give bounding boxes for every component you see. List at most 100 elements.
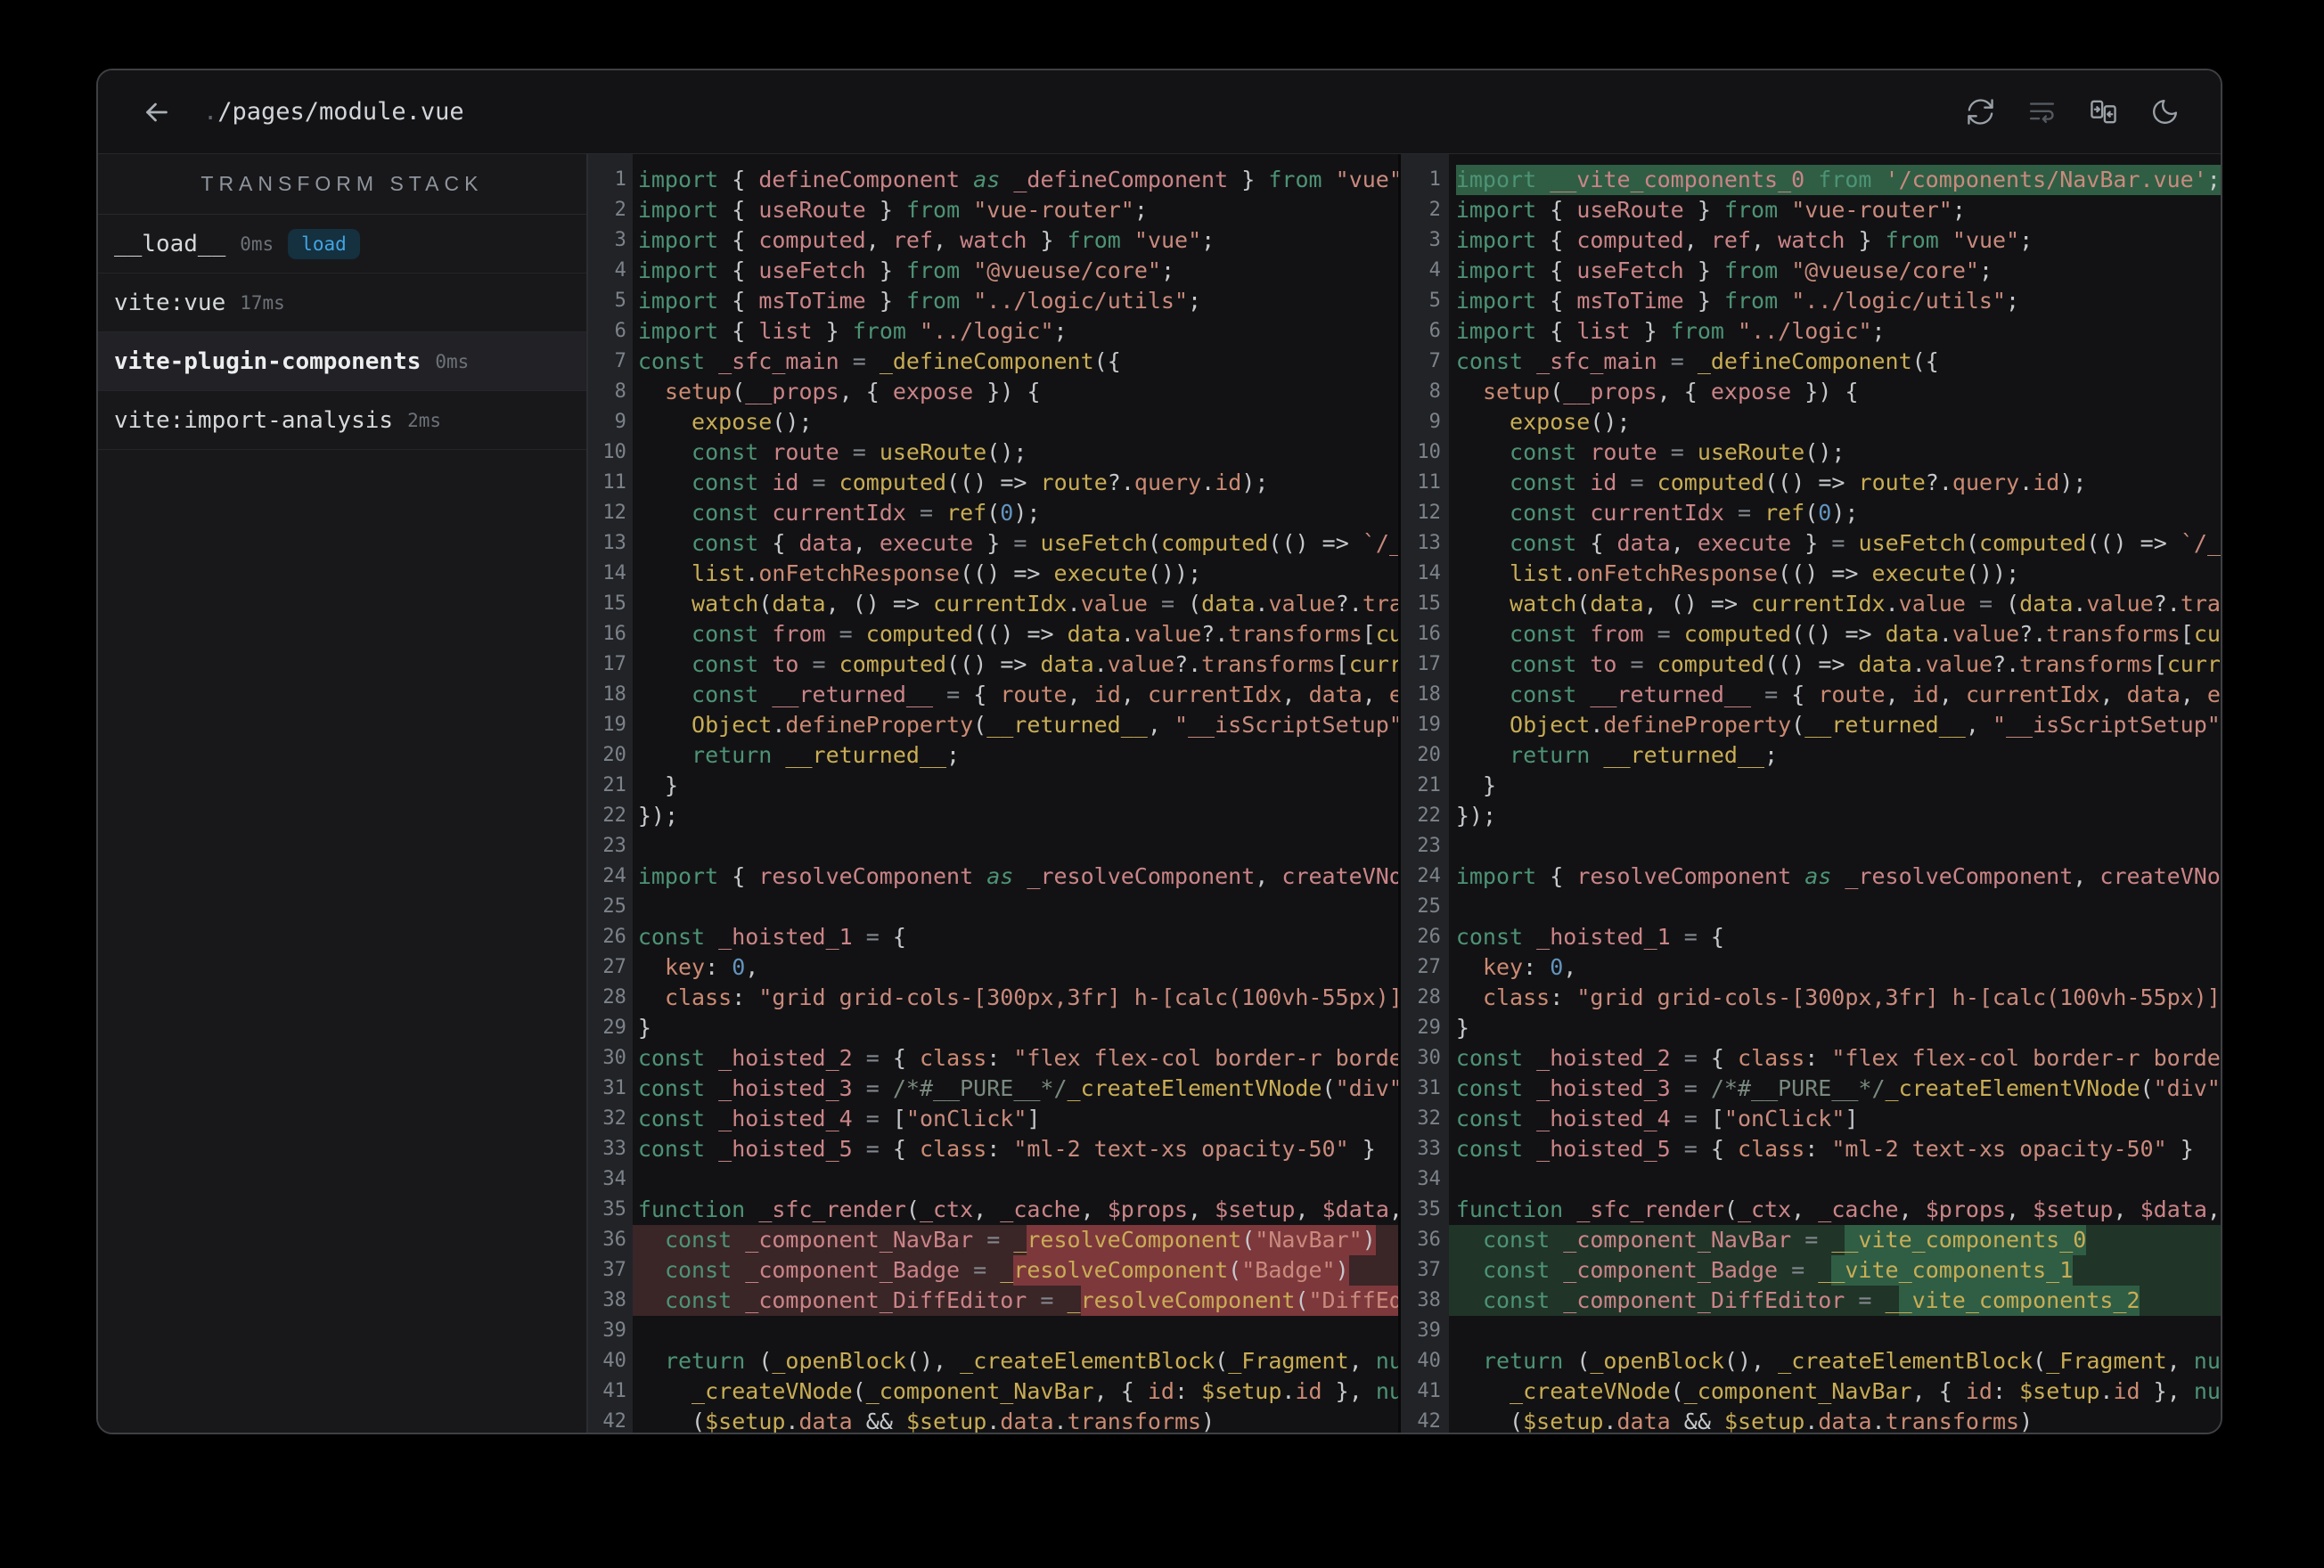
topbar: ./pages/module.vue: [98, 70, 2221, 154]
code-line: 29}: [588, 1013, 1398, 1043]
code-text: _createVNode(_component_NavBar, { id: $s…: [691, 1378, 1401, 1404]
topbar-actions: [1966, 97, 2180, 127]
sidebar-item-vite-import-analysis[interactable]: vite:import-analysis 2ms: [98, 391, 586, 450]
line-number: 3: [1428, 229, 1441, 251]
code-text: watch(data, () => currentIdx.value = (da…: [1510, 591, 2221, 617]
line-number: 21: [1417, 774, 1441, 796]
line-number: 27: [602, 956, 626, 978]
code-line: 11 const id = computed(() => route?.quer…: [1401, 468, 2221, 498]
code-line: 18 const __returned__ = { route, id, cur…: [588, 680, 1398, 710]
code-line: 6 import { list } from "../logic";: [1401, 316, 2221, 347]
code-text: import { computed, ref, watch } from "vu…: [1455, 227, 2034, 253]
refresh-icon: [1966, 97, 1995, 127]
sidebar-item-vite-vue[interactable]: vite:vue 17ms: [98, 274, 586, 332]
code-line: 42 ($setup.data && $setup.data.transform…: [588, 1407, 1398, 1433]
code-line: 28 class: "grid grid-cols-[300px,3fr] h-…: [1401, 983, 2221, 1013]
line-number: 25: [602, 895, 626, 918]
line-number: 22: [602, 804, 626, 827]
code-text: }: [1455, 1015, 1469, 1041]
code-line: 33 const _hoisted_5 = { class: "ml-2 text…: [1401, 1134, 2221, 1164]
code-line: 29}: [1401, 1013, 2221, 1043]
code-line: 25: [588, 892, 1398, 922]
code-text: return (_openBlock(), _createElementBloc…: [1482, 1348, 2221, 1374]
code-line: 24 import { resolveComponent as _resolveC…: [1401, 862, 2221, 892]
code-text: return (_openBlock(), _createElementBloc…: [664, 1348, 1401, 1374]
code-text: const currentIdx = ref(0);: [691, 500, 1041, 526]
code-line: 11 const id = computed(() => route?.quer…: [588, 468, 1398, 498]
line-number: 10: [1417, 441, 1441, 463]
code-text: function _sfc_render(_ctx, _cache, $prop…: [1455, 1196, 2221, 1222]
wrap-lines-button[interactable]: [2027, 97, 2057, 127]
sidebar-item-load[interactable]: __load__ 0ms load: [98, 215, 586, 274]
code-text: const to = computed(() => data.value?.tr…: [1510, 651, 2221, 677]
code-line: 7 const _sfc_main = _defineComponent({: [588, 347, 1398, 377]
code-line: 41 _createVNode(_component_NavBar, { id:…: [588, 1376, 1398, 1407]
line-number: 19: [602, 714, 626, 736]
code-text: setup(__props, { expose }) {: [1482, 379, 1859, 404]
code-line: 31 const _hoisted_3 = /*#__PURE__*/_creat…: [588, 1074, 1398, 1104]
line-number: 10: [602, 441, 626, 463]
plugin-time: 2ms: [407, 409, 442, 431]
sidebar-item-vite-plugin-components[interactable]: vite-plugin-components 0ms: [98, 332, 586, 391]
code-line: 21 }: [588, 771, 1398, 801]
moon-icon: [2150, 97, 2180, 127]
code-line: 22});: [1401, 801, 2221, 831]
code-text: const _hoisted_3 = /*#__PURE__*/_createE…: [637, 1075, 1401, 1101]
moon-button[interactable]: [2150, 97, 2180, 127]
code-line: 39: [1401, 1316, 2221, 1346]
line-number: 33: [602, 1138, 626, 1160]
code-pane-before: 1 import { defineComponent as _defineComp…: [587, 154, 1401, 1433]
line-number: 26: [602, 926, 626, 948]
line-number: 24: [602, 865, 626, 887]
code-line: 4 import { useFetch } from "@vueuse/core"…: [588, 256, 1398, 286]
line-number: 9: [614, 411, 626, 433]
code-line: 21 }: [1401, 771, 2221, 801]
code-line: 15 watch(data, () => currentIdx.value = …: [588, 589, 1398, 619]
line-number: 2: [1428, 199, 1441, 221]
code-text: const __returned__ = { route, id, curren…: [1510, 682, 2221, 707]
back-button[interactable]: [141, 96, 173, 128]
code-text: const _hoisted_1 = {: [637, 924, 906, 950]
line-number: 38: [602, 1289, 626, 1311]
line-number: 13: [602, 532, 626, 554]
merge-panes-icon: [2089, 97, 2118, 127]
code-text: import __vite_components_0 from '/compon…: [1449, 165, 2221, 195]
line-number: 27: [1417, 956, 1441, 978]
code-line: 18 const __returned__ = { route, id, cur…: [1401, 680, 2221, 710]
code-line: 16 const from = computed(() => data.valu…: [588, 619, 1398, 649]
line-number: 12: [602, 502, 626, 524]
code-text: const _component_DiffEditor = _resolveCo…: [632, 1286, 1398, 1316]
code-text: list.onFetchResponse(() => execute());: [1510, 560, 2020, 586]
code-pane-after: 1 import __vite_components_0 from '/compo…: [1400, 154, 2221, 1433]
code-text: const from = computed(() => data.value?.…: [1510, 621, 2221, 647]
line-number: 18: [1417, 683, 1441, 706]
line-number: 16: [1417, 623, 1441, 645]
line-number: 31: [1417, 1077, 1441, 1099]
line-number: 29: [602, 1017, 626, 1039]
line-number: 34: [602, 1168, 626, 1190]
code-line: 22});: [588, 801, 1398, 831]
line-number: 6: [614, 320, 626, 342]
line-number: 13: [1417, 532, 1441, 554]
code-text: });: [637, 803, 679, 829]
code-line: 38 const _component_DiffEditor = _resolv…: [588, 1286, 1398, 1316]
code-line: 10 const route = useRoute();: [1401, 437, 2221, 468]
merge-panes-button[interactable]: [2089, 97, 2118, 127]
plugin-name: vite:import-analysis: [114, 406, 394, 434]
code-line: 2 import { useRoute } from "vue-router";: [588, 195, 1398, 225]
code-text: const route = useRoute();: [691, 439, 1027, 465]
code-line: 3 import { computed, ref, watch } from "v…: [1401, 225, 2221, 256]
line-number: 36: [1417, 1229, 1441, 1251]
code-line: 25: [1401, 892, 2221, 922]
line-number: 1: [1428, 168, 1441, 191]
wrap-lines-icon: [2027, 97, 2057, 127]
line-number: 1: [614, 168, 626, 191]
plugin-name: __load__: [114, 230, 226, 257]
code-text: const _sfc_main = _defineComponent({: [1455, 348, 1939, 374]
refresh-button[interactable]: [1966, 97, 1995, 127]
code-text: import { computed, ref, watch } from "vu…: [637, 227, 1215, 253]
code-line: 35 function _sfc_render(_ctx, _cache, $pr…: [588, 1195, 1398, 1225]
